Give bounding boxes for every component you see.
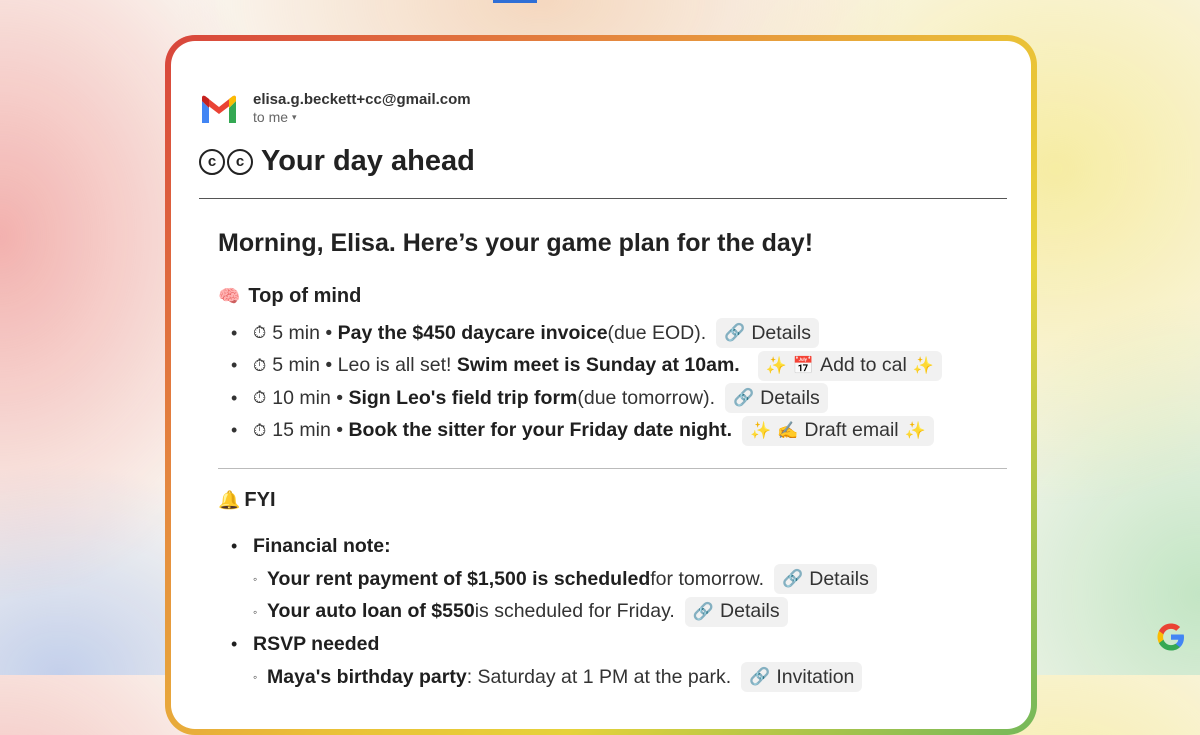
fyi-item: ◦ Your auto loan of $550 is scheduled fo… — [231, 596, 877, 629]
google-logo-icon — [1157, 623, 1184, 651]
fyi-item-note: : Saturday at 1 PM at the park. — [466, 665, 732, 688]
link-icon: 🔗 — [692, 601, 715, 621]
chip-label: Add to cal — [820, 354, 907, 377]
fyi-item-title: Your auto loan of $550 — [267, 600, 475, 623]
draft-email-button[interactable]: ✨ ✍ Draft email ✨ — [742, 415, 934, 446]
sparkle-icon: ✨ — [750, 420, 772, 440]
fyi-group-rsvp: • RSVP needed — [231, 633, 380, 655]
section-fyi: 🔔 FYI — [218, 489, 276, 512]
browser-tab-indicator — [493, 0, 537, 3]
invitation-link[interactable]: 🔗 Invitation — [741, 662, 863, 693]
chip-label: Details — [760, 386, 820, 409]
chip-label: Details — [720, 600, 780, 623]
chip-label: Details — [809, 567, 869, 590]
recipient-label: to me — [253, 109, 289, 125]
email-card: elisa.g.beckett+cc@gmail.com to me ▾ cc Y… — [171, 41, 1031, 729]
email-subject: cc Your day ahead — [199, 145, 475, 178]
email-subject-text: Your day ahead — [261, 145, 475, 177]
group-label: RSVP needed — [253, 633, 380, 655]
fyi-item-note: for tomorrow. — [650, 567, 765, 590]
gmail-icon — [202, 95, 236, 123]
chip-label: Draft email — [804, 419, 899, 442]
task-item: • ⏱ 5 min • Pay the $450 daycare invoice… — [231, 317, 942, 350]
task-note: (due EOD). — [607, 321, 707, 344]
task-time: 15 min — [272, 419, 331, 442]
task-time: 5 min — [272, 321, 320, 344]
subject-divider — [199, 198, 1007, 199]
fyi-item-note: is scheduled for Friday. — [474, 600, 675, 623]
task-time: 10 min — [272, 386, 331, 409]
fyi-item-title: Your rent payment of $1,500 is scheduled — [267, 567, 651, 590]
details-link[interactable]: 🔗 Details — [725, 383, 828, 414]
task-title: Sign Leo's field trip form — [348, 386, 578, 409]
link-icon: 🔗 — [724, 323, 746, 343]
details-link[interactable]: 🔗 Details — [716, 318, 819, 349]
task-title: Book the sitter for your Friday date nig… — [348, 419, 733, 442]
sender-email: elisa.g.beckett+cc@gmail.com — [253, 91, 471, 108]
section-heading: FYI — [244, 489, 276, 511]
chip-label: Invitation — [776, 665, 855, 688]
link-icon: 🔗 — [733, 388, 755, 408]
writing-hand-icon: ✍ — [777, 420, 799, 440]
add-to-calendar-button[interactable]: ✨ 📅 Add to cal ✨ — [757, 350, 942, 381]
stopwatch-icon: ⏱ — [253, 355, 267, 375]
recipient-toggle[interactable]: to me ▾ — [253, 109, 471, 126]
fyi-item: ◦ Maya's birthday party : Saturday at 1 … — [231, 661, 877, 694]
link-icon: 🔗 — [782, 569, 804, 589]
sparkle-icon: ✨ — [912, 355, 934, 375]
task-note: (due tomorrow). — [577, 386, 715, 409]
details-link[interactable]: 🔗 Details — [774, 564, 877, 595]
task-time: 5 min — [272, 354, 320, 377]
brain-icon: 🧠 — [218, 286, 241, 306]
section-divider — [218, 468, 1007, 469]
task-pre: Leo is all set! — [337, 354, 452, 377]
section-top-of-mind: 🧠 Top of mind — [218, 285, 361, 308]
fyi-item-title: Maya's birthday party — [267, 665, 467, 688]
email-card-frame: elisa.g.beckett+cc@gmail.com to me ▾ cc Y… — [165, 35, 1037, 735]
link-icon: 🔗 — [749, 667, 771, 687]
sender-block: elisa.g.beckett+cc@gmail.com to me ▾ — [253, 91, 471, 126]
chip-label: Details — [751, 321, 811, 344]
task-item: • ⏱ 10 min • Sign Leo's field trip form … — [231, 382, 942, 415]
top-of-mind-list: • ⏱ 5 min • Pay the $450 daycare invoice… — [231, 317, 942, 447]
bell-icon: 🔔 — [218, 490, 241, 510]
group-label: Financial note: — [253, 535, 391, 557]
stopwatch-icon: ⏱ — [253, 388, 267, 408]
caret-down-icon: ▾ — [292, 112, 297, 122]
fyi-list: • Financial note: ◦ Your rent payment of… — [231, 530, 877, 694]
greeting: Morning, Elisa. Here’s your game plan fo… — [218, 229, 814, 257]
email-header: elisa.g.beckett+cc@gmail.com to me ▾ — [199, 91, 471, 126]
sparkle-icon: ✨ — [765, 355, 787, 375]
cc-logo-icon: cc — [199, 148, 255, 175]
sparkle-icon: ✨ — [904, 420, 926, 440]
fyi-group-financial: • Financial note: — [231, 535, 391, 557]
task-item: • ⏱ 5 min • Leo is all set! Swim meet is… — [231, 350, 942, 383]
details-link[interactable]: 🔗 Details — [684, 596, 788, 627]
task-item: • ⏱ 15 min • Book the sitter for your Fr… — [231, 415, 942, 448]
calendar-icon: 📅 — [792, 355, 815, 375]
section-heading: Top of mind — [248, 285, 362, 307]
task-title: Swim meet is Sunday at 10am. — [456, 354, 740, 377]
stopwatch-icon: ⏱ — [253, 420, 267, 440]
fyi-item: ◦ Your rent payment of $1,500 is schedul… — [231, 563, 877, 596]
stopwatch-icon: ⏱ — [253, 323, 267, 343]
task-title: Pay the $450 daycare invoice — [337, 321, 608, 344]
